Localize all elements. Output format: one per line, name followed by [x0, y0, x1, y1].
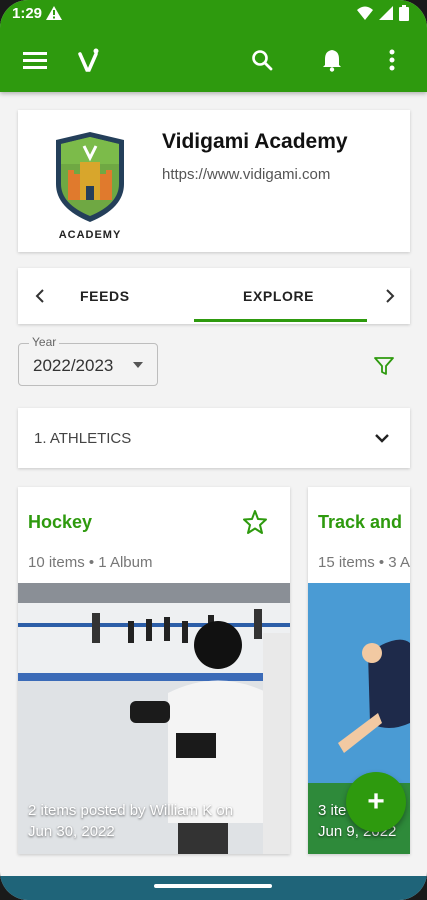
add-button[interactable]: + — [346, 772, 406, 832]
year-select-label: Year — [29, 335, 60, 349]
status-bar: 1:29 — [0, 0, 427, 30]
album-card-hockey[interactable]: Hockey 10 items • 1 Album 2 items posted… — [18, 487, 290, 854]
year-select-value: 2022/2023 — [33, 356, 114, 375]
organization-name: Vidigami Academy — [162, 130, 348, 153]
home-gesture-handle[interactable] — [154, 884, 272, 888]
search-icon[interactable] — [246, 44, 278, 76]
album-caption-line1: 2 items posted by William K on — [28, 802, 234, 819]
album-title: Track and — [318, 512, 403, 532]
chevron-left-icon[interactable] — [26, 282, 54, 310]
system-nav-bar — [0, 876, 427, 900]
phone-screen: 1:29 ACADEMY Vidigami Academy https://ww… — [0, 0, 427, 900]
vidigami-logo-icon[interactable] — [72, 44, 104, 76]
chevron-down-icon — [370, 426, 394, 450]
academy-crest-logo: ACADEMY — [56, 132, 124, 241]
year-select[interactable]: Year 2022/2023 — [18, 335, 158, 386]
battery-icon — [399, 5, 409, 21]
album-meta: 10 items • 1 Album — [28, 554, 153, 571]
chevron-right-icon[interactable] — [376, 282, 404, 310]
category-label: 1. ATHLETICS — [34, 430, 132, 447]
status-time: 1:29 — [12, 5, 43, 22]
album-caption-line2: Jun 30, 2022 — [28, 823, 115, 840]
organization-url[interactable]: https://www.vidigami.com — [162, 166, 330, 183]
dropdown-caret-icon — [133, 362, 143, 368]
tab-feeds[interactable]: FEEDS — [80, 288, 130, 304]
album-meta: 15 items • 3 A — [318, 554, 410, 571]
signal-icon — [379, 6, 393, 20]
album-caption: 2 items posted by William K on Jun 30, 2… — [28, 800, 233, 842]
menu-icon[interactable] — [19, 44, 51, 76]
category-dropdown[interactable]: 1. ATHLETICS — [18, 408, 410, 468]
crest-text: ACADEMY — [59, 229, 122, 241]
notification-bell-icon[interactable] — [316, 44, 348, 76]
status-icons — [357, 5, 409, 21]
more-vert-icon[interactable] — [376, 44, 408, 76]
filter-icon[interactable] — [372, 354, 396, 378]
tab-bar: FEEDS EXPLORE — [18, 268, 410, 324]
wifi-icon — [357, 6, 373, 20]
tab-explore[interactable]: EXPLORE — [243, 288, 314, 304]
alert-icon — [46, 6, 62, 24]
active-tab-indicator — [194, 319, 367, 322]
app-bar: 1:29 — [0, 0, 427, 92]
star-icon[interactable] — [242, 509, 268, 535]
organization-card[interactable]: ACADEMY Vidigami Academy https://www.vid… — [18, 110, 410, 252]
album-title: Hockey — [28, 512, 93, 532]
album-cover-image: 2 items posted by William K on Jun 30, 2… — [18, 583, 290, 854]
